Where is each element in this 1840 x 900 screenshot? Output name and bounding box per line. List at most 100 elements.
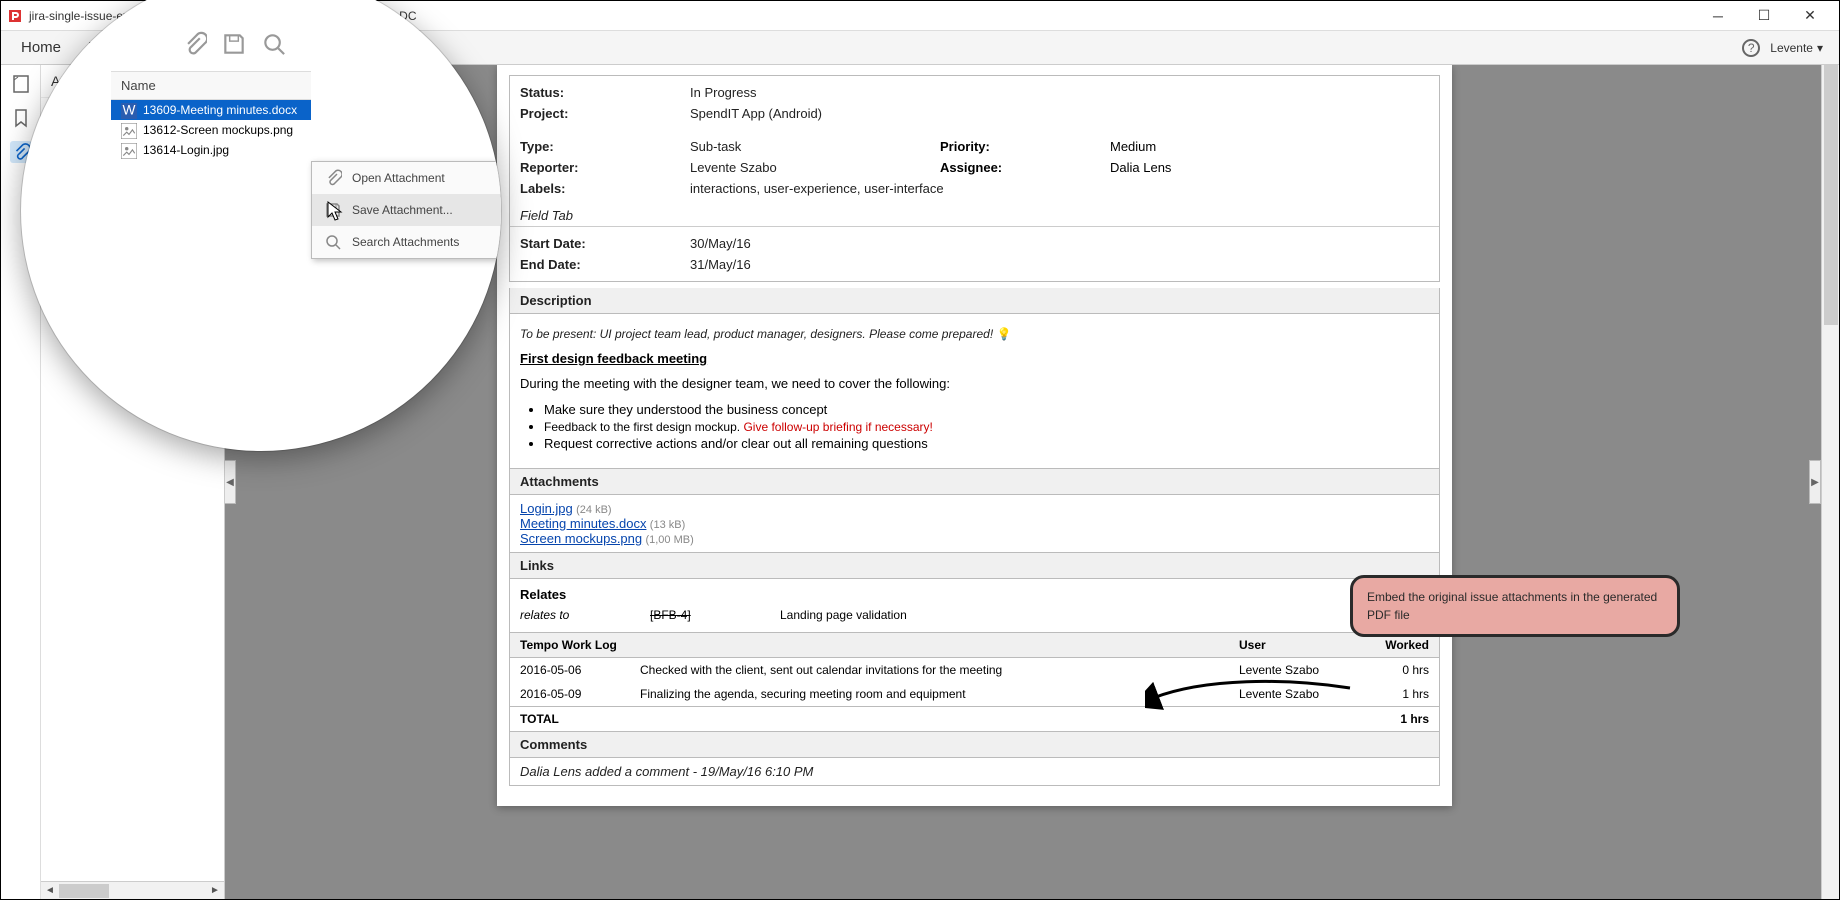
description-intro: To be present: UI project team lead, pro…: [520, 326, 1429, 341]
open-icon: [324, 169, 342, 187]
open-attachment-icon[interactable]: [181, 31, 207, 57]
link-relation: relates to: [520, 608, 650, 622]
bulb-icon: 💡: [997, 327, 1012, 341]
jpg-icon: [121, 143, 135, 157]
list-item: Make sure they understood the business c…: [544, 401, 1429, 418]
label: Assignee:: [940, 160, 1110, 175]
ctx-label: Save Attachment...: [352, 203, 453, 217]
attachment-item[interactable]: 13612-Screen mockups.png: [111, 120, 311, 140]
value: SpendIT App (Android): [690, 106, 1429, 121]
worklog-title: Tempo Work Log: [520, 638, 640, 652]
value: 30/May/16: [690, 236, 1429, 251]
label: End Date:: [520, 257, 690, 272]
attachment-item[interactable]: W 13609-Meeting minutes.docx: [111, 100, 311, 120]
scroll-right-icon[interactable]: ►: [206, 883, 224, 899]
attachment-name: 13609-Meeting minutes.docx: [143, 103, 297, 117]
description-list: Make sure they understood the business c…: [520, 401, 1429, 452]
attachment-link[interactable]: Login.jpg: [520, 501, 573, 516]
callout-arrow: [1145, 668, 1365, 728]
links-section: Links Relates relates to [BFB-4] Landing…: [509, 553, 1440, 633]
panel-h-scrollbar[interactable]: ◄ ►: [41, 881, 224, 899]
chevron-down-icon: ▾: [1817, 41, 1823, 55]
panel-collapse-handle[interactable]: ◀: [225, 460, 236, 504]
save-attachment-icon[interactable]: [221, 31, 247, 57]
search-attachment-icon[interactable]: [261, 31, 287, 57]
value: 31/May/16: [690, 257, 1429, 272]
value: Dalia Lens: [1110, 160, 1429, 175]
ctx-open-attachment[interactable]: Open Attachment: [312, 162, 501, 194]
attachment-row: Meeting minutes.docx (13 kB): [520, 516, 1429, 531]
comment-line: Dalia Lens added a comment - 19/May/16 6…: [510, 758, 1439, 785]
help-icon[interactable]: ?: [1742, 39, 1760, 57]
section-header: Links: [510, 553, 1439, 579]
png-icon: [121, 123, 135, 137]
callout-text: Embed the original issue attachments in …: [1367, 590, 1657, 622]
value: In Progress: [690, 85, 1429, 100]
comments-section: Comments Dalia Lens added a comment - 19…: [509, 732, 1440, 786]
col-user: User: [1239, 638, 1349, 652]
close-button[interactable]: ✕: [1787, 2, 1833, 30]
search-icon: [324, 233, 342, 251]
list-item: Request corrective actions and/or clear …: [544, 435, 1429, 452]
maximize-button[interactable]: ☐: [1741, 2, 1787, 30]
status-section: Status:In Progress Project:SpendIT App (…: [509, 75, 1440, 130]
attachment-item[interactable]: 13614-Login.jpg: [111, 140, 311, 160]
minimize-button[interactable]: ─: [1695, 2, 1741, 30]
scrollbar-thumb[interactable]: [59, 884, 109, 898]
link-row: relates to [BFB-4] Landing page validati…: [520, 604, 1429, 626]
scroll-left-icon[interactable]: ◄: [41, 883, 59, 899]
attachment-name: 13612-Screen mockups.png: [143, 123, 293, 137]
worklog-date: 2016-05-09: [520, 687, 640, 701]
attachments-list: W 13609-Meeting minutes.docx 13612-Scree…: [111, 100, 311, 160]
label: Start Date:: [520, 236, 690, 251]
description-paragraph: During the meeting with the designer tea…: [520, 376, 1429, 391]
column-name[interactable]: Name: [111, 71, 311, 100]
worklog-header: Tempo Work Log User Worked: [510, 633, 1439, 658]
worklog-date: 2016-05-06: [520, 663, 640, 677]
attachment-row: Login.jpg (24 kB): [520, 501, 1429, 516]
label: Status:: [520, 85, 690, 100]
user-name: Levente: [1770, 41, 1813, 55]
section-header: Comments: [510, 732, 1439, 758]
ctx-search-attachments[interactable]: Search Attachments: [312, 226, 501, 258]
tools-expand-handle[interactable]: ▶: [1809, 460, 1821, 504]
label: Project:: [520, 106, 690, 121]
col-worked: Worked: [1349, 638, 1429, 652]
attachment-name: 13614-Login.jpg: [143, 143, 229, 157]
user-menu[interactable]: Levente ▾: [1770, 41, 1823, 55]
docx-icon: W: [121, 103, 135, 117]
ctx-label: Search Attachments: [352, 235, 459, 249]
attachment-size: (1,00 MB): [645, 534, 693, 546]
link-key: [BFB-4]: [650, 608, 780, 622]
section-header: Attachments: [510, 469, 1439, 495]
list-item: Feedback to the first design mockup. Giv…: [544, 418, 1429, 435]
attachment-row: Screen mockups.png (1,00 MB): [520, 531, 1429, 546]
details-section: Type: Sub-task Priority: Medium Reporter…: [509, 130, 1440, 205]
value: Sub-task: [690, 139, 940, 154]
attachments-section: Attachments Login.jpg (24 kB) Meeting mi…: [509, 469, 1440, 553]
window-controls: ─ ☐ ✕: [1695, 2, 1833, 30]
fieldtab-section: Field Tab Start Date:30/May/16 End Date:…: [509, 205, 1440, 282]
attachment-size: (24 kB): [576, 504, 611, 516]
cursor-icon: [327, 201, 343, 221]
magnifier-overlay: Name W 13609-Meeting minutes.docx 13612-…: [21, 0, 501, 451]
attachment-link[interactable]: Meeting minutes.docx: [520, 516, 646, 531]
field-tab-label: Field Tab: [510, 205, 1439, 227]
links-relates-header: Relates: [520, 585, 1429, 604]
value: Medium: [1110, 139, 1429, 154]
description-heading: First design feedback meeting: [520, 351, 1429, 366]
attachment-size: (13 kB): [650, 519, 685, 531]
description-section: Description To be present: UI project te…: [509, 288, 1440, 469]
scrollbar-thumb[interactable]: [1824, 65, 1838, 325]
ctx-label: Open Attachment: [352, 171, 445, 185]
section-header: Description: [510, 288, 1439, 314]
label: Priority:: [940, 139, 1110, 154]
vertical-scrollbar[interactable]: [1821, 65, 1839, 899]
annotation-callout: Embed the original issue attachments in …: [1350, 575, 1680, 637]
value: interactions, user-experience, user-inte…: [690, 181, 1429, 196]
label: Labels:: [520, 181, 690, 196]
svg-text:W: W: [123, 103, 136, 117]
label: Type:: [520, 139, 690, 154]
label: Reporter:: [520, 160, 690, 175]
attachment-link[interactable]: Screen mockups.png: [520, 531, 642, 546]
